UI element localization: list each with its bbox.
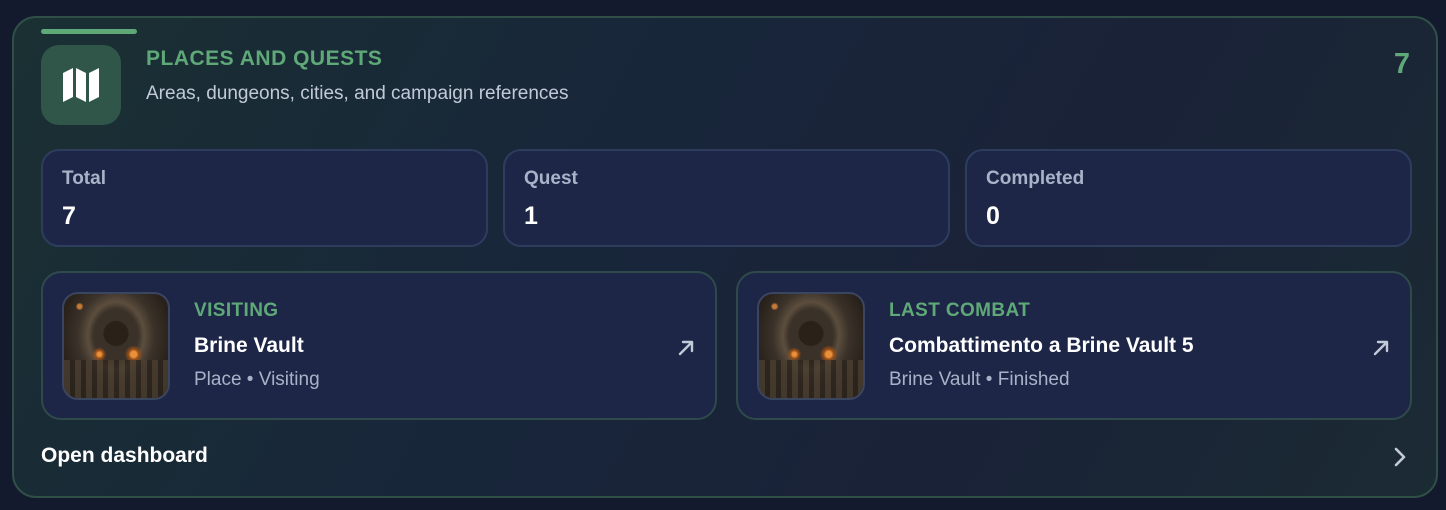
stat-value: 0 bbox=[986, 202, 1000, 230]
chevron-right-icon[interactable] bbox=[1390, 446, 1410, 468]
dungeon-thumbnail bbox=[757, 292, 865, 400]
accent-bar bbox=[41, 29, 137, 34]
last-combat-kicker: LAST COMBAT bbox=[889, 300, 1031, 321]
map-icon bbox=[41, 45, 121, 125]
section-title: PLACES AND QUESTS bbox=[146, 47, 383, 70]
stat-quest: Quest 1 bbox=[503, 149, 950, 247]
last-combat-title: Combattimento a Brine Vault 5 bbox=[889, 334, 1194, 357]
stat-value: 7 bbox=[62, 202, 76, 230]
open-dashboard-link[interactable]: Open dashboard bbox=[41, 444, 208, 468]
arrow-up-right-icon[interactable] bbox=[1370, 337, 1392, 359]
dungeon-thumbnail bbox=[62, 292, 170, 400]
stat-completed: Completed 0 bbox=[965, 149, 1412, 247]
stat-label: Quest bbox=[524, 168, 578, 189]
visiting-place-meta: Place • Visiting bbox=[194, 369, 320, 390]
last-combat-card[interactable]: LAST COMBAT Combattimento a Brine Vault … bbox=[736, 271, 1412, 420]
stat-label: Total bbox=[62, 168, 106, 189]
item-count-badge: 7 bbox=[1393, 48, 1410, 80]
arrow-up-right-icon[interactable] bbox=[675, 337, 697, 359]
visiting-place-title: Brine Vault bbox=[194, 334, 304, 357]
stat-label: Completed bbox=[986, 168, 1085, 189]
visiting-kicker: VISITING bbox=[194, 300, 279, 321]
stat-value: 1 bbox=[524, 202, 538, 230]
last-combat-meta: Brine Vault • Finished bbox=[889, 369, 1070, 390]
visiting-place-card[interactable]: VISITING Brine Vault Place • Visiting bbox=[41, 271, 717, 420]
places-quests-card: PLACES AND QUESTS Areas, dungeons, citie… bbox=[12, 16, 1438, 498]
stat-total: Total 7 bbox=[41, 149, 488, 247]
section-subtitle: Areas, dungeons, cities, and campaign re… bbox=[146, 83, 569, 104]
